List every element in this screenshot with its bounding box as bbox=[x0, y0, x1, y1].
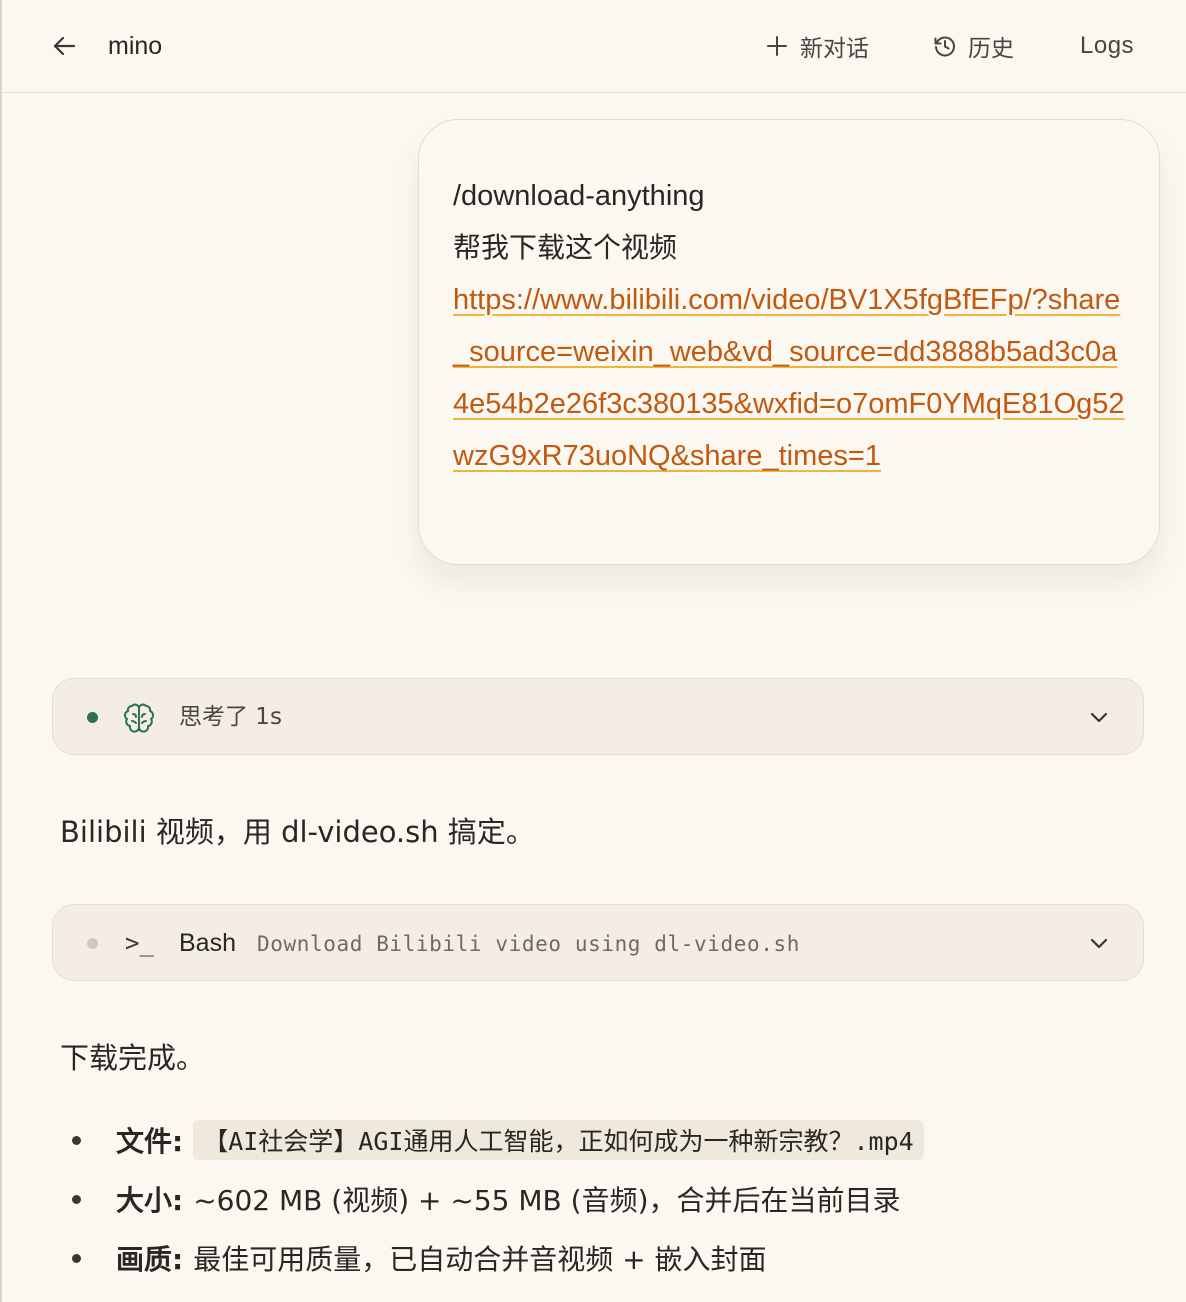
chevron-down-icon[interactable] bbox=[1085, 703, 1113, 731]
result-heading: 下载完成。 bbox=[60, 1041, 206, 1075]
chevron-down-icon[interactable] bbox=[1085, 929, 1113, 957]
list-item: 文件: 【AI社会学】AGI通用人工智能，正如何成为一种新宗教？.mp4 bbox=[68, 1110, 1168, 1169]
app-window: mino 新对话 历史 Logs /download-anything 帮我下载… bbox=[0, 0, 1186, 1302]
history-icon bbox=[934, 36, 955, 57]
list-item: 画质: 最佳可用质量，已自动合并音视频 + 嵌入封面 bbox=[68, 1228, 1168, 1287]
plus-icon bbox=[767, 36, 787, 56]
tool-description: Download Bilibili video using dl-video.s… bbox=[257, 932, 800, 956]
item-key: 文件: bbox=[116, 1124, 184, 1158]
status-dot bbox=[87, 938, 98, 949]
file-name-code: 【AI社会学】AGI通用人工智能，正如何成为一种新宗教？.mp4 bbox=[193, 1119, 924, 1160]
user-message-bubble: /download-anything 帮我下载这个视频 https://www.… bbox=[418, 119, 1160, 565]
page-title: mino bbox=[108, 32, 163, 60]
history-label: 历史 bbox=[968, 36, 1014, 62]
brain-icon bbox=[124, 703, 154, 733]
new-chat-label: 新对话 bbox=[800, 36, 869, 62]
result-list: 文件: 【AI社会学】AGI通用人工智能，正如何成为一种新宗教？.mp4 大小:… bbox=[68, 1110, 1168, 1287]
status-dot bbox=[87, 712, 98, 723]
arrow-left-icon bbox=[53, 36, 76, 56]
user-text: 帮我下载这个视频 bbox=[453, 231, 678, 264]
back-button[interactable] bbox=[48, 30, 80, 62]
new-chat-button[interactable]: 新对话 bbox=[764, 26, 869, 66]
item-key: 画质: bbox=[116, 1242, 184, 1276]
list-item: 大小: ~602 MB (视频) + ~55 MB (音频)，合并后在当前目录 bbox=[68, 1169, 1168, 1228]
video-link[interactable]: https://www.bilibili.com/video/BV1X5fgBf… bbox=[453, 274, 1125, 482]
bullet bbox=[72, 1136, 81, 1145]
item-key: 大小: bbox=[116, 1183, 184, 1217]
terminal-icon: >_ bbox=[125, 929, 154, 957]
history-button[interactable]: 历史 bbox=[932, 26, 1014, 66]
logs-button[interactable]: Logs bbox=[1080, 26, 1134, 66]
item-value: ~602 MB (视频) + ~55 MB (音频)，合并后在当前目录 bbox=[193, 1183, 901, 1217]
bullet bbox=[72, 1254, 81, 1263]
top-bar: mino 新对话 历史 Logs bbox=[2, 0, 1186, 93]
user-command: /download-anything bbox=[453, 180, 705, 212]
thinking-block[interactable]: 思考了 1s bbox=[52, 678, 1144, 755]
thinking-label: 思考了 1s bbox=[179, 704, 282, 730]
tool-call-block[interactable]: >_ Bash Download Bilibili video using dl… bbox=[52, 904, 1144, 981]
tool-name: Bash bbox=[179, 929, 236, 957]
bullet bbox=[72, 1195, 81, 1204]
assistant-intro-text: Bilibili 视频，用 dl-video.sh 搞定。 bbox=[60, 815, 535, 849]
item-value: 最佳可用质量，已自动合并音视频 + 嵌入封面 bbox=[193, 1242, 767, 1276]
